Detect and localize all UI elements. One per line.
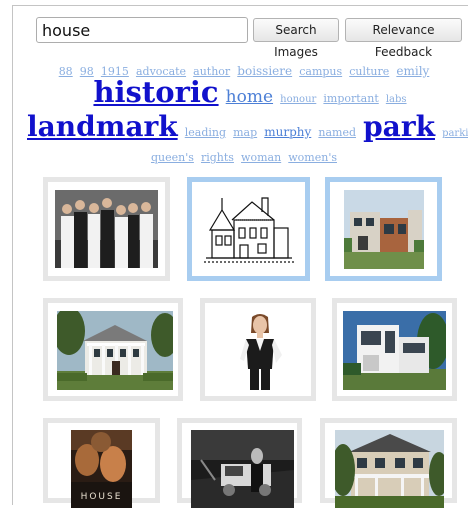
result-thumb-house-poster[interactable]: HOUSE bbox=[43, 418, 160, 508]
modernist-white-house-photo bbox=[343, 311, 446, 390]
modern-house-photo bbox=[344, 190, 424, 269]
tag-link[interactable]: women's bbox=[288, 151, 337, 164]
relevance-feedback-button[interactable]: Relevance Feedback bbox=[345, 18, 462, 59]
two-storey-house-photo bbox=[335, 430, 444, 508]
result-thumb-bw-car[interactable] bbox=[177, 418, 302, 508]
tag-link[interactable]: emily bbox=[396, 64, 429, 78]
result-thumb-modernist-house[interactable] bbox=[332, 298, 457, 401]
tag-link[interactable]: woman bbox=[241, 151, 281, 164]
house-poster-image: HOUSE bbox=[71, 430, 132, 508]
tag-link[interactable]: boissiere bbox=[237, 64, 292, 78]
search-images-button[interactable]: Search Images bbox=[253, 18, 339, 59]
tag-link[interactable]: queen's bbox=[151, 151, 194, 164]
result-thumb-cast-group[interactable] bbox=[43, 177, 170, 281]
historic-mansion-photo bbox=[57, 311, 173, 390]
tag-link[interactable]: leading bbox=[185, 126, 226, 139]
tag-cloud-line-4: queen's rights woman women's bbox=[20, 148, 468, 164]
tag-link[interactable]: rights bbox=[201, 151, 234, 164]
result-thumb-woman-vest[interactable] bbox=[200, 298, 316, 401]
woman-in-vest-photo bbox=[230, 311, 290, 390]
result-thumb-historic-mansion[interactable] bbox=[43, 298, 183, 401]
tag-link[interactable]: honour bbox=[280, 94, 316, 105]
tag-link-historic[interactable]: historic bbox=[93, 75, 218, 109]
tag-link[interactable]: murphy bbox=[264, 125, 311, 139]
tag-cloud-line-2: historic home honour important labs bbox=[40, 78, 460, 107]
black-white-car-photo bbox=[191, 430, 294, 508]
tag-cloud-line-3: landmark leading map murphy named park p… bbox=[26, 113, 468, 141]
tag-link[interactable]: 98 bbox=[80, 65, 94, 78]
poster-title-text: HOUSE bbox=[80, 492, 123, 502]
tag-link[interactable]: labs bbox=[386, 94, 407, 105]
cast-group-photo bbox=[55, 190, 158, 268]
tag-cloud-line-1: 88 98 1915 advocate author boissiere cam… bbox=[20, 62, 468, 78]
tag-link[interactable]: important bbox=[323, 92, 378, 105]
result-thumb-two-storey-house[interactable] bbox=[320, 418, 457, 508]
tag-link[interactable]: culture bbox=[349, 65, 389, 78]
tag-link[interactable]: home bbox=[226, 87, 273, 107]
tag-link[interactable]: parking bbox=[442, 128, 468, 139]
tag-link[interactable]: named bbox=[318, 126, 356, 139]
tag-link[interactable]: campus bbox=[299, 65, 342, 78]
tag-link-park[interactable]: park bbox=[363, 110, 435, 143]
tag-link[interactable]: map bbox=[233, 126, 257, 139]
result-thumb-modern-house[interactable] bbox=[325, 177, 442, 281]
tag-link-landmark[interactable]: landmark bbox=[27, 110, 178, 143]
victorian-house-sketch bbox=[202, 190, 295, 269]
result-thumb-victorian-sketch[interactable] bbox=[187, 177, 310, 281]
tag-link[interactable]: 88 bbox=[59, 65, 73, 78]
search-input[interactable] bbox=[36, 17, 248, 43]
